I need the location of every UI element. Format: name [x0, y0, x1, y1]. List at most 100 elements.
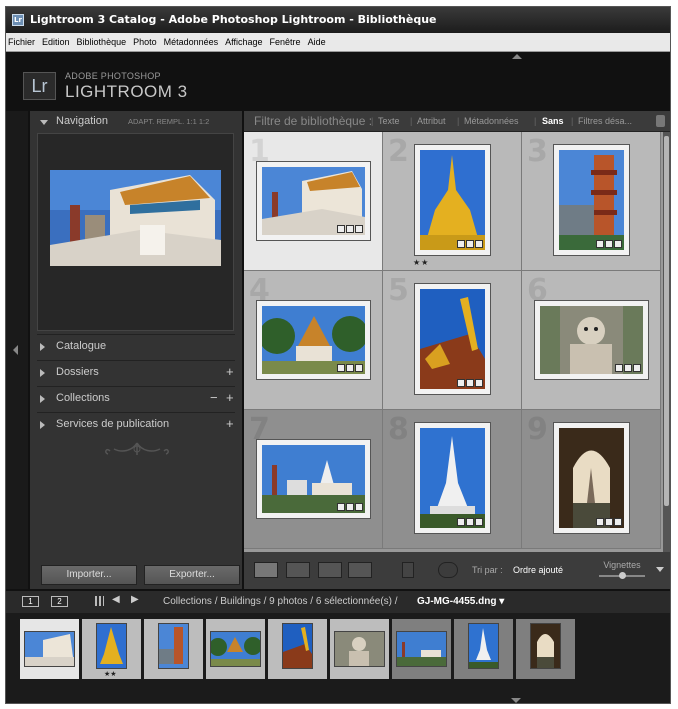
painter-icon[interactable]: [402, 562, 414, 578]
filmstrip-photo-demon-statue: [334, 631, 385, 667]
thumbnail-badges: [337, 225, 363, 233]
loupe-view-icon[interactable]: [286, 562, 310, 578]
menu-aide[interactable]: Aide: [308, 37, 326, 47]
top-panel-toggle-icon[interactable]: [512, 54, 522, 59]
menu-affichage[interactable]: Affichage: [225, 37, 262, 47]
section-label: Catalogue: [56, 340, 107, 352]
filter-sans[interactable]: Sans: [542, 116, 564, 126]
separator: |: [457, 116, 460, 126]
thumbnail-image[interactable]: [257, 162, 370, 240]
filmstrip-thumb[interactable]: [516, 619, 575, 679]
cell-number: 8: [388, 412, 409, 447]
filmstrip-thumb[interactable]: [330, 619, 389, 679]
left-panel-edge[interactable]: [6, 111, 28, 589]
menu-metadonnees[interactable]: Métadonnées: [164, 37, 219, 47]
survey-view-icon[interactable]: [348, 562, 372, 578]
thumbnail-size-slider[interactable]: [599, 572, 645, 579]
bottom-panel-toggle-icon[interactable]: [511, 698, 521, 703]
toolbar-menu-icon[interactable]: [656, 567, 664, 572]
thumbnail-image[interactable]: [535, 301, 648, 379]
panel-separator: [37, 412, 235, 413]
panel-separator: [37, 360, 235, 361]
section-label: Services de publication: [56, 418, 170, 430]
expand-triangle-icon: [40, 343, 45, 351]
monitor-2-icon[interactable]: 2: [51, 596, 68, 607]
grid-cell[interactable]: 4: [244, 271, 383, 410]
compare-view-icon[interactable]: [318, 562, 342, 578]
section-collections[interactable]: Collections − +: [30, 388, 242, 410]
thumbnail-image[interactable]: [415, 423, 490, 533]
add-service-icon[interactable]: +: [226, 416, 234, 431]
export-button[interactable]: Exporter...: [144, 565, 240, 585]
previous-arrow-icon[interactable]: ◀: [112, 594, 120, 605]
window-title: Lightroom 3 Catalog - Adobe Photoshop Li…: [30, 13, 437, 26]
scrollbar-thumb[interactable]: [664, 136, 669, 506]
thumbnail-image[interactable]: [257, 301, 370, 379]
photo-roof-finial: [420, 289, 485, 389]
lock-icon[interactable]: [656, 115, 665, 127]
filter-presets-dropdown[interactable]: Filtres désa...: [578, 116, 632, 126]
import-button[interactable]: Importer...: [41, 565, 137, 585]
filmstrip-thumb[interactable]: [454, 619, 513, 679]
app-icon: Lr: [12, 14, 24, 26]
grid-cell[interactable]: 7: [244, 410, 383, 549]
menu-fichier[interactable]: Fichier: [8, 37, 35, 47]
menu-bibliotheque[interactable]: Bibliothèque: [77, 37, 127, 47]
filmstrip-photo-white-stupa: [468, 623, 499, 669]
thumbnail-badges: [457, 240, 483, 248]
section-catalogue[interactable]: Catalogue: [30, 336, 242, 358]
filmstrip-photo-roof-finial: [282, 623, 313, 669]
grid-cell[interactable]: 5: [383, 271, 522, 410]
add-folder-icon[interactable]: +: [226, 364, 234, 379]
rating-stars[interactable]: ★★: [413, 258, 429, 267]
filter-texte[interactable]: Texte: [378, 116, 400, 126]
section-services-publication[interactable]: Services de publication +: [30, 414, 242, 436]
thumbnail-image[interactable]: [257, 440, 370, 518]
grid-cell[interactable]: 2 ★★: [383, 132, 522, 271]
sort-dropdown[interactable]: Ordre ajouté: [513, 565, 563, 575]
filter-attribut[interactable]: Attribut: [417, 116, 446, 126]
grid-shortcut-icon[interactable]: [95, 596, 104, 606]
menu-photo[interactable]: Photo: [133, 37, 157, 47]
expand-triangle-icon: [40, 421, 45, 429]
grid-scrollbar[interactable]: [663, 132, 670, 552]
thumbnail-image[interactable]: [554, 423, 629, 533]
left-panel: Navigation ADAPT. REMPL. 1:1 1:2 Catalog…: [30, 111, 242, 589]
menu-fenetre[interactable]: Fenêtre: [270, 37, 301, 47]
thumbnail-size-control[interactable]: Vignettes: [596, 560, 648, 579]
grid-cell[interactable]: 9: [522, 410, 661, 549]
filmstrip-thumb[interactable]: [144, 619, 203, 679]
thumbnail-image[interactable]: [554, 145, 629, 255]
grid-cell[interactable]: 1: [244, 132, 383, 271]
cell-number: 2: [388, 134, 409, 169]
left-panel-toggle-icon[interactable]: [13, 345, 18, 355]
grid-cell[interactable]: 8: [383, 410, 522, 549]
filter-metadonnees[interactable]: Métadonnées: [464, 116, 519, 126]
navigator-label: Navigation: [56, 115, 108, 127]
filmstrip-thumb[interactable]: [206, 619, 265, 679]
filmstrip-thumb[interactable]: ★★: [82, 619, 141, 679]
menu-edition[interactable]: Edition: [42, 37, 70, 47]
filmstrip-thumb[interactable]: [268, 619, 327, 679]
navigator-preview[interactable]: [37, 133, 234, 331]
grid-cell[interactable]: 3: [522, 132, 661, 271]
navigator-zoom-options[interactable]: ADAPT. REMPL. 1:1 1:2: [128, 117, 209, 126]
add-collection-icon[interactable]: +: [226, 390, 234, 405]
navigator-header[interactable]: Navigation ADAPT. REMPL. 1:1 1:2: [30, 111, 242, 133]
thumbnail-image[interactable]: [415, 284, 490, 394]
monitor-1-icon[interactable]: 1: [22, 596, 39, 607]
photo-arch-window: [559, 428, 624, 528]
grid-view-icon[interactable]: [254, 562, 278, 578]
remove-collection-icon[interactable]: −: [210, 390, 218, 405]
cell-number: 9: [527, 412, 548, 447]
current-filename[interactable]: GJ-MG-4455.dng ▾: [417, 596, 504, 607]
section-dossiers[interactable]: Dossiers +: [30, 362, 242, 384]
sort-direction-icon[interactable]: [438, 562, 458, 578]
thumbnail-image[interactable]: [415, 145, 490, 255]
filmstrip-thumb[interactable]: [20, 619, 79, 679]
next-arrow-icon[interactable]: ▶: [131, 594, 139, 605]
filter-title: Filtre de bibliothèque :: [254, 114, 373, 128]
filmstrip-thumb[interactable]: [392, 619, 451, 679]
source-breadcrumb[interactable]: Collections / Buildings / 9 photos / 6 s…: [163, 596, 398, 607]
grid-cell[interactable]: 6: [522, 271, 661, 410]
